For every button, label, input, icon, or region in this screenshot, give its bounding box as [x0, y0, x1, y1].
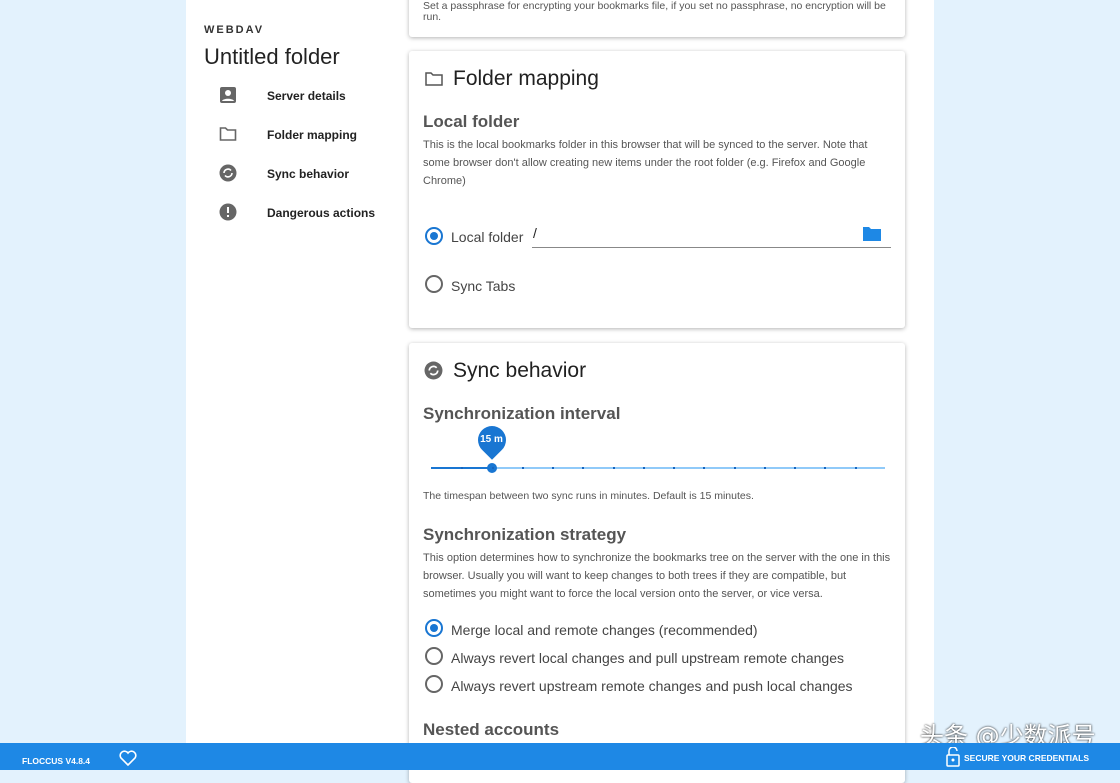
account-title: Untitled folder: [204, 44, 340, 69]
folder-mapping-card: Folder mapping Local folder This is the …: [409, 51, 905, 328]
nested-accounts-heading: Nested accounts: [423, 720, 560, 739]
interval-description: The timespan between two sync runs in mi…: [423, 490, 754, 502]
local-folder-label: Local folder: [451, 229, 524, 245]
sidebar-item-folder-mapping[interactable]: Folder mapping: [186, 115, 401, 154]
folder-icon: [219, 127, 237, 141]
sync-behavior-card: Sync behavior Synchronization interval 1…: [409, 343, 905, 783]
sync-icon: [424, 361, 443, 380]
strategy-heading: Synchronization strategy: [423, 525, 627, 544]
sidebar-item-server-details[interactable]: Server details: [186, 76, 401, 115]
account-box-icon: [220, 87, 236, 103]
strategy-push-radio[interactable]: [425, 675, 443, 693]
strategy-pull-label: Always revert local changes and pull ups…: [451, 650, 844, 666]
alert-icon: [219, 203, 237, 221]
section-title: Folder mapping: [453, 67, 599, 90]
strategy-description: This option determines how to synchroniz…: [423, 552, 891, 600]
slider-tick: [461, 467, 464, 469]
slider-tick: [491, 467, 494, 469]
passphrase-card: Set a passphrase for encrypting your boo…: [409, 0, 905, 37]
folder-picker-icon[interactable]: [863, 226, 881, 241]
sidebar-item-label: Dangerous actions: [267, 205, 376, 220]
sync-tabs-label: Sync Tabs: [451, 278, 516, 294]
settings-page: WEBDAV Untitled folder Server details Fo…: [186, 0, 934, 783]
strategy-pull-radio[interactable]: [425, 647, 443, 665]
sidebar-item-dangerous-actions[interactable]: Dangerous actions: [186, 193, 401, 232]
slider-tick: [733, 467, 736, 469]
heart-icon[interactable]: [119, 750, 137, 766]
slider-tick: [703, 467, 706, 469]
version-label: FLOCCUS V4.8.4: [22, 756, 91, 766]
interval-slider[interactable]: 15 m: [431, 420, 885, 475]
local-folder-heading: Local folder: [423, 112, 520, 131]
sidebar-item-sync-behavior[interactable]: Sync behavior: [186, 154, 401, 193]
sidebar-item-label: Folder mapping: [267, 127, 357, 142]
local-folder-description: This is the local bookmarks folder in th…: [423, 139, 868, 187]
unlock-icon: [946, 747, 960, 767]
sync-tabs-radio[interactable]: [425, 275, 443, 293]
slider-track: [431, 467, 885, 469]
slider-tick: [552, 467, 555, 469]
strategy-merge-label: Merge local and remote changes (recommen…: [451, 622, 758, 638]
interval-heading: Synchronization interval: [423, 404, 621, 423]
footer-bar: FLOCCUS V4.8.4 SECURE YOUR CREDENTIALS: [0, 743, 1120, 770]
account-type: WEBDAV: [204, 24, 265, 36]
slider-value-label: 15 m: [480, 434, 503, 445]
sidebar-item-label: Sync behavior: [267, 166, 350, 181]
section-title: Sync behavior: [453, 359, 587, 382]
slider-tick: [642, 467, 645, 469]
strategy-push-label: Always revert upstream remote changes an…: [451, 678, 853, 694]
slider-tick: [673, 467, 676, 469]
passphrase-hint: Set a passphrase for encrypting your boo…: [423, 0, 886, 23]
folder-icon: [425, 72, 443, 86]
local-folder-input[interactable]: /: [532, 225, 891, 248]
slider-tick: [763, 467, 766, 469]
slider-tick: [521, 467, 524, 469]
strategy-merge-radio[interactable]: [425, 619, 443, 637]
local-folder-radio[interactable]: [425, 227, 443, 245]
slider-tick: [854, 467, 857, 469]
local-folder-value: /: [533, 225, 537, 241]
slider-tick: [824, 467, 827, 469]
slider-tick: [794, 467, 797, 469]
slider-tick: [582, 467, 585, 469]
secure-credentials-link[interactable]: SECURE YOUR CREDENTIALS: [964, 753, 1089, 763]
slider-tick: [612, 467, 615, 469]
sync-icon: [219, 164, 237, 182]
sidebar-item-label: Server details: [267, 88, 346, 103]
